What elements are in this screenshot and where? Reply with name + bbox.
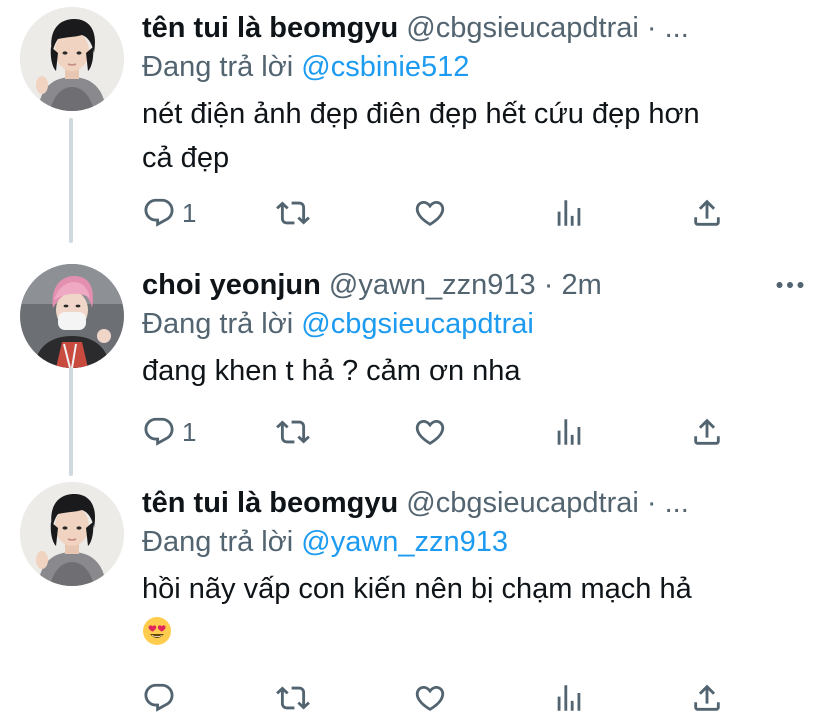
tweet-text-line: đang khen t hả ? cảm ơn nha	[142, 355, 521, 387]
retweet-button[interactable]	[276, 412, 310, 452]
reply-icon	[142, 681, 176, 715]
user-handle[interactable]: @cbgsieucapdtrai	[406, 487, 639, 519]
avatar[interactable]	[20, 264, 124, 368]
tweet-text-line: hồi nãy vấp con kiến nên bị chạm mạch hả	[142, 573, 692, 605]
analytics-icon	[552, 196, 586, 230]
reply-count: 1	[182, 197, 197, 228]
display-name[interactable]: tên tui là beomgyu	[142, 12, 398, 44]
reply-button[interactable]	[142, 678, 176, 718]
analytics-icon	[552, 681, 586, 715]
reply-to-mention[interactable]: @csbinie512	[301, 51, 469, 83]
like-button[interactable]	[413, 412, 447, 452]
tweet-text: đang khen t hả ? cảm ơn nha	[142, 349, 802, 393]
views-button[interactable]	[552, 193, 586, 233]
retweet-icon	[276, 415, 310, 449]
user-handle[interactable]: @yawn_zzn913	[329, 269, 536, 301]
user-handle[interactable]: @cbgsieucapdtrai	[406, 12, 639, 44]
replying-to: Đang trả lời @yawn_zzn913	[142, 523, 508, 561]
retweet-icon	[276, 681, 310, 715]
like-button[interactable]	[413, 678, 447, 718]
action-bar: 1	[142, 412, 742, 452]
tweet: tên tui là beomgyu @cbgsieucapdtrai · ..…	[0, 475, 828, 718]
share-button[interactable]	[690, 193, 724, 233]
tweet-emoji-line	[142, 611, 802, 655]
separator: ·	[543, 269, 554, 301]
reply-prefix: Đang trả lời	[142, 526, 294, 558]
tweet-text-line: nét điện ảnh đẹp điên đẹp hết cứu đẹp hơ…	[142, 98, 700, 130]
analytics-icon	[552, 415, 586, 449]
reply-button[interactable]: 1	[142, 193, 196, 233]
share-icon	[690, 681, 724, 715]
share-icon	[690, 415, 724, 449]
views-button[interactable]	[552, 678, 586, 718]
views-button[interactable]	[552, 412, 586, 452]
timestamp[interactable]: ...	[665, 12, 689, 44]
tweet-header: tên tui là beomgyu @cbgsieucapdtrai · ..…	[142, 8, 808, 48]
tweet: choi yeonjun @yawn_zzn913 · 2m Đang trả …	[0, 257, 828, 467]
display-name[interactable]: tên tui là beomgyu	[142, 487, 398, 519]
tweet-header: tên tui là beomgyu @cbgsieucapdtrai · ..…	[142, 483, 808, 523]
reply-button[interactable]: 1	[142, 412, 196, 452]
tweet-text: hồi nãy vấp con kiến nên bị chạm mạch hả	[142, 567, 802, 655]
profile-photo-icon	[20, 482, 124, 586]
reply-prefix: Đang trả lời	[142, 308, 294, 340]
replying-to: Đang trả lời @csbinie512	[142, 48, 469, 86]
tweet-text: nét điện ảnh đẹp điên đẹp hết cứu đẹp hơ…	[142, 92, 802, 180]
reply-prefix: Đang trả lời	[142, 51, 294, 83]
share-icon	[690, 196, 724, 230]
more-options-icon[interactable]	[772, 267, 808, 303]
avatar[interactable]	[20, 482, 124, 586]
display-name[interactable]: choi yeonjun	[142, 269, 321, 301]
heart-eyes-emoji-icon	[142, 616, 172, 646]
tweet-text-line: cả đẹp	[142, 142, 230, 174]
heart-icon	[413, 681, 447, 715]
profile-photo-icon	[20, 264, 124, 368]
like-button[interactable]	[413, 193, 447, 233]
retweet-button[interactable]	[276, 678, 310, 718]
tweet-header: choi yeonjun @yawn_zzn913 · 2m	[142, 265, 808, 305]
timestamp[interactable]: 2m	[561, 269, 601, 301]
reply-count: 1	[182, 416, 197, 447]
profile-photo-icon	[20, 7, 124, 111]
reply-icon	[142, 196, 176, 230]
heart-icon	[413, 415, 447, 449]
separator: ·	[646, 487, 657, 519]
timestamp[interactable]: ...	[665, 487, 689, 519]
reply-to-mention[interactable]: @cbgsieucapdtrai	[301, 308, 534, 340]
retweet-button[interactable]	[276, 193, 310, 233]
share-button[interactable]	[690, 678, 724, 718]
tweet: tên tui là beomgyu @cbgsieucapdtrai · ..…	[0, 0, 828, 240]
replying-to: Đang trả lời @cbgsieucapdtrai	[142, 305, 534, 343]
reply-to-mention[interactable]: @yawn_zzn913	[301, 526, 508, 558]
action-bar: 1	[142, 193, 742, 233]
heart-icon	[413, 196, 447, 230]
retweet-icon	[276, 196, 310, 230]
reply-icon	[142, 415, 176, 449]
share-button[interactable]	[690, 412, 724, 452]
action-bar	[142, 678, 742, 718]
separator: ·	[646, 12, 657, 44]
avatar[interactable]	[20, 7, 124, 111]
